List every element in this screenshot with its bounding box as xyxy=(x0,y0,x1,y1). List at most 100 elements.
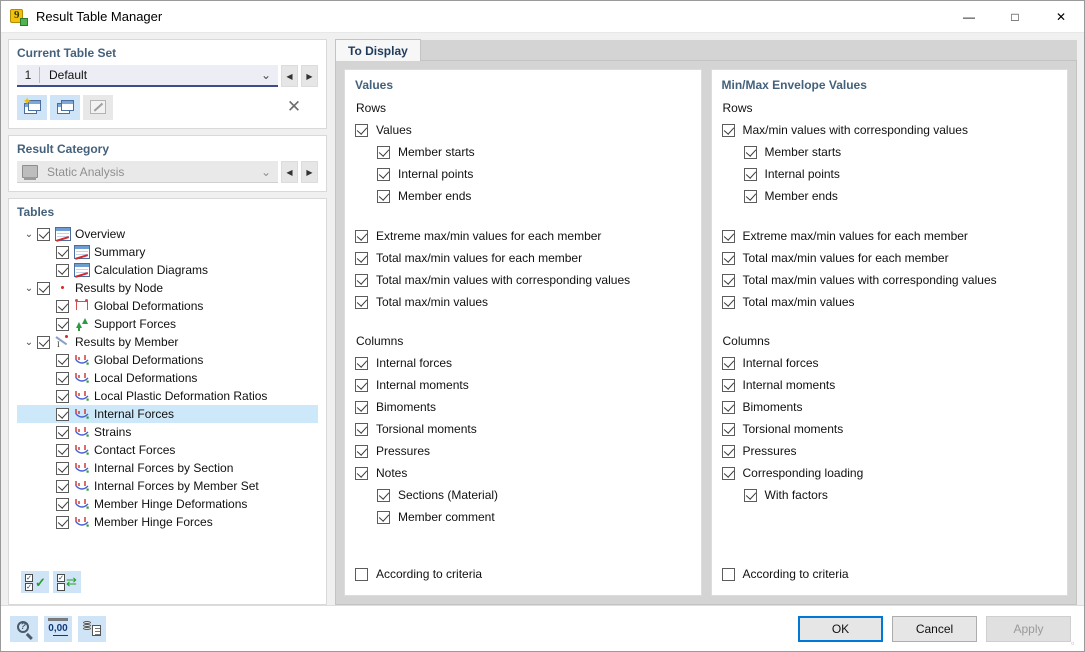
close-icon[interactable]: ✕ xyxy=(1038,1,1084,33)
values-row-option-extreme-max-min-values-for-each-member[interactable]: Extreme max/min values for each member xyxy=(355,225,691,247)
tree-item-checkbox[interactable] xyxy=(56,300,69,313)
tree-item-checkbox[interactable] xyxy=(56,264,69,277)
tree-item-checkbox[interactable] xyxy=(56,408,69,421)
tree-item-checkbox[interactable] xyxy=(37,228,50,241)
checkbox[interactable] xyxy=(722,252,735,265)
envelope-column-option-pressures[interactable]: Pressures xyxy=(722,440,1058,462)
tree-item-results-by-node[interactable]: ⌄Results by Node xyxy=(17,279,318,297)
envelope-column-option-internal-forces[interactable]: Internal forces xyxy=(722,352,1058,374)
envelope-column-option-bimoments[interactable]: Bimoments xyxy=(722,396,1058,418)
expander-icon[interactable]: ⌄ xyxy=(21,337,37,348)
envelope-row-option-internal-points[interactable]: Internal points xyxy=(722,163,1058,185)
tree-item-global-deformations[interactable]: ⌄Global Deformations xyxy=(17,297,318,315)
values-column-option-internal-moments[interactable]: Internal moments xyxy=(355,374,691,396)
tree-item-checkbox[interactable] xyxy=(56,390,69,403)
values-column-option-member-comment[interactable]: Member comment xyxy=(355,506,691,528)
values-column-option-pressures[interactable]: Pressures xyxy=(355,440,691,462)
checkbox[interactable] xyxy=(744,168,757,181)
decimal-places-button[interactable]: 0,00 xyxy=(44,616,72,642)
tree-item-member-hinge-deformations[interactable]: ⌄Member Hinge Deformations xyxy=(17,495,318,513)
envelope-row-option-total-max-min-values[interactable]: Total max/min values xyxy=(722,291,1058,313)
checkbox[interactable] xyxy=(355,124,368,137)
checkbox[interactable] xyxy=(722,379,735,392)
values-column-option-sections-material-[interactable]: Sections (Material) xyxy=(355,484,691,506)
values-according-to-criteria[interactable]: According to criteria xyxy=(355,563,482,585)
envelope-according-to-criteria[interactable]: According to criteria xyxy=(722,563,849,585)
values-row-option-member-ends[interactable]: Member ends xyxy=(355,185,691,207)
tables-tree[interactable]: ⌄Overview⌄Summary⌄Calculation Diagrams⌄R… xyxy=(17,225,318,566)
new-table-set-button[interactable]: ✦ xyxy=(17,95,47,120)
values-row-option-values[interactable]: Values xyxy=(355,119,691,141)
help-button[interactable] xyxy=(10,616,38,642)
envelope-row-option-total-max-min-values-for-each-member[interactable]: Total max/min values for each member xyxy=(722,247,1058,269)
table-set-next-button[interactable]: ▶ xyxy=(301,65,318,87)
checkbox[interactable] xyxy=(722,296,735,309)
table-set-prev-button[interactable]: ◀ xyxy=(281,65,298,87)
tree-item-checkbox[interactable] xyxy=(56,372,69,385)
tree-item-checkbox[interactable] xyxy=(56,480,69,493)
tree-item-checkbox[interactable] xyxy=(56,246,69,259)
expander-icon[interactable]: ⌄ xyxy=(21,283,37,294)
values-row-option-member-starts[interactable]: Member starts xyxy=(355,141,691,163)
checkbox[interactable] xyxy=(355,445,368,458)
tree-item-internal-forces-by-section[interactable]: ⌄Internal Forces by Section xyxy=(17,459,318,477)
checkbox[interactable] xyxy=(377,511,390,524)
checkbox[interactable] xyxy=(355,467,368,480)
tree-item-overview[interactable]: ⌄Overview xyxy=(17,225,318,243)
envelope-row-option-max-min-values-with-corresponding-values[interactable]: Max/min values with corresponding values xyxy=(722,119,1058,141)
tree-item-strains[interactable]: ⌄Strains xyxy=(17,423,318,441)
tree-item-global-deformations[interactable]: ⌄Global Deformations xyxy=(17,351,318,369)
checkbox[interactable] xyxy=(744,489,757,502)
checkbox[interactable] xyxy=(722,445,735,458)
checkbox[interactable] xyxy=(355,357,368,370)
checkbox[interactable] xyxy=(355,296,368,309)
values-row-option-total-max-min-values[interactable]: Total max/min values xyxy=(355,291,691,313)
tab-to-display[interactable]: To Display xyxy=(335,39,421,61)
checkbox[interactable] xyxy=(377,146,390,159)
resize-grip[interactable]: ▫ xyxy=(1071,639,1081,649)
copy-table-set-button[interactable] xyxy=(50,95,80,120)
chevron-down-icon[interactable]: ⌄ xyxy=(261,65,271,85)
checkbox[interactable] xyxy=(722,401,735,414)
values-column-option-torsional-moments[interactable]: Torsional moments xyxy=(355,418,691,440)
values-row-option-total-max-min-values-for-each-member[interactable]: Total max/min values for each member xyxy=(355,247,691,269)
checkbox[interactable] xyxy=(377,489,390,502)
values-column-option-internal-forces[interactable]: Internal forces xyxy=(355,352,691,374)
tree-item-checkbox[interactable] xyxy=(56,498,69,511)
checkbox[interactable] xyxy=(355,423,368,436)
tree-item-contact-forces[interactable]: ⌄Contact Forces xyxy=(17,441,318,459)
envelope-column-option-with-factors[interactable]: With factors xyxy=(722,484,1058,506)
checkbox[interactable] xyxy=(722,357,735,370)
tree-item-calculation-diagrams[interactable]: ⌄Calculation Diagrams xyxy=(17,261,318,279)
tree-item-results-by-member[interactable]: ⌄IResults by Member xyxy=(17,333,318,351)
ok-button[interactable]: OK xyxy=(798,616,883,642)
checkbox[interactable] xyxy=(377,190,390,203)
tree-item-checkbox[interactable] xyxy=(56,318,69,331)
tree-item-checkbox[interactable] xyxy=(56,462,69,475)
tree-item-local-deformations[interactable]: ⌄Local Deformations xyxy=(17,369,318,387)
envelope-row-option-total-max-min-values-with-corresponding-values[interactable]: Total max/min values with corresponding … xyxy=(722,269,1058,291)
values-column-option-notes[interactable]: Notes xyxy=(355,462,691,484)
envelope-row-option-member-starts[interactable]: Member starts xyxy=(722,141,1058,163)
tree-item-checkbox[interactable] xyxy=(37,336,50,349)
checkbox[interactable] xyxy=(722,423,735,436)
tree-item-member-hinge-forces[interactable]: ⌄Member Hinge Forces xyxy=(17,513,318,531)
envelope-row-option-extreme-max-min-values-for-each-member[interactable]: Extreme max/min values for each member xyxy=(722,225,1058,247)
export-button[interactable] xyxy=(78,616,106,642)
minimize-icon[interactable]: — xyxy=(946,1,992,33)
result-category-next-button[interactable]: ▶ xyxy=(301,161,318,183)
invert-selection-button[interactable]: ✓ ⇄ xyxy=(53,571,81,593)
values-row-option-internal-points[interactable]: Internal points xyxy=(355,163,691,185)
maximize-icon[interactable]: □ xyxy=(992,1,1038,33)
select-all-button[interactable]: ✓ ✓ ✓ xyxy=(21,571,49,593)
checkbox[interactable] xyxy=(355,230,368,243)
checkbox[interactable] xyxy=(744,190,757,203)
checkbox[interactable] xyxy=(355,274,368,287)
tree-item-checkbox[interactable] xyxy=(37,282,50,295)
tree-item-support-forces[interactable]: ⌄Support Forces xyxy=(17,315,318,333)
result-category-prev-button[interactable]: ◀ xyxy=(281,161,298,183)
table-set-combobox[interactable]: 1 Default ⌄ xyxy=(17,65,278,87)
envelope-column-option-corresponding-loading[interactable]: Corresponding loading xyxy=(722,462,1058,484)
tree-item-checkbox[interactable] xyxy=(56,354,69,367)
checkbox[interactable] xyxy=(377,168,390,181)
